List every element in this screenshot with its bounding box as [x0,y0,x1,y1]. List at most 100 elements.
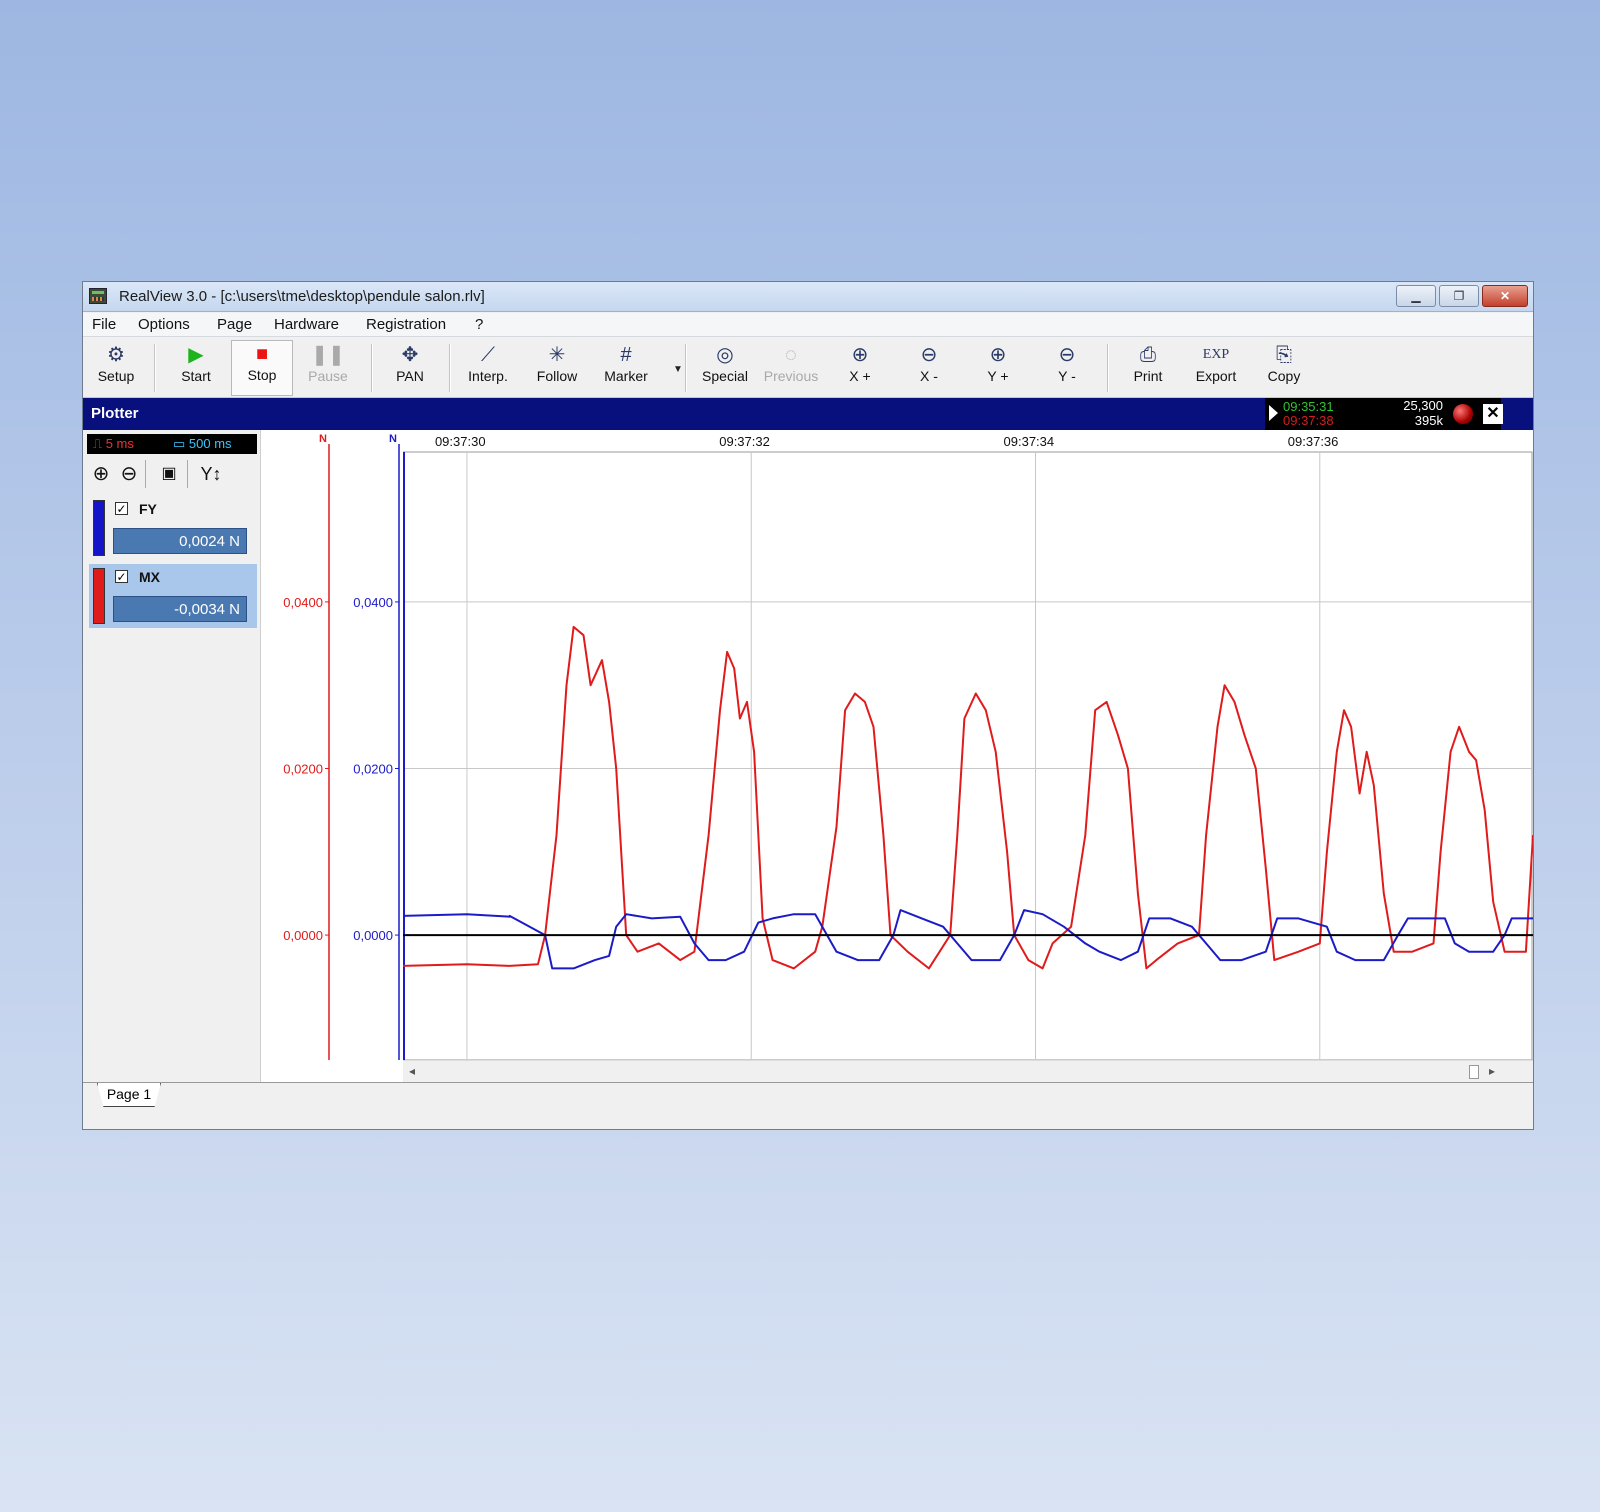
stop-icon: ■ [255,343,269,365]
channel-color-swatch [93,500,105,556]
marker-dropdown-icon[interactable]: ▼ [673,364,683,375]
control-separator [145,460,146,488]
zoom-y-plus-button[interactable]: ⊕ Y + [967,342,1029,394]
pan-icon: ✥ [401,344,419,366]
channel-mx-checkbox[interactable]: ✓ [115,570,128,584]
pulse-icon: ⎍ [93,436,106,451]
memory-size: 395k [1414,413,1443,428]
plotter-header: Plotter 09:35:31 09:37:38 25,300 395k ✕ [83,398,1533,430]
pause-button[interactable]: ❚❚ Pause [297,342,359,394]
y-axis-icon[interactable]: Y↕ [199,462,223,486]
channel-fy[interactable]: ✓ FY 0,0024 N [89,496,257,560]
record-icon[interactable] [1453,404,1473,424]
printer-icon: ⎙ [1140,344,1156,366]
export-button[interactable]: EXP Export [1185,342,1247,394]
plot-area[interactable]: 09:37:30 09:37:32 09:37:34 09:37:36 [402,430,1534,1082]
menu-bar: File Options Page Hardware Registration … [83,313,1533,337]
pan-button[interactable]: ✥ PAN [379,342,441,394]
zoom-y-out-icon: ⊖ [1058,344,1076,366]
export-icon: EXP [1202,347,1230,362]
special-button[interactable]: ◎ Special [694,342,756,394]
toolbar-separator [449,344,451,392]
y-unit-label-mx: N [319,433,327,445]
copy-icon: ⎘ [1276,344,1292,366]
plot-canvas[interactable]: 09:37:30 09:37:32 09:37:34 09:37:36 [402,430,1534,1061]
toolbar-separator [1107,344,1109,392]
play-small-icon[interactable] [1269,405,1278,421]
y-axes: N N 0,0400 0,0400 0,0200 0,0200 0,0000 0,0000 [283,433,400,1060]
zoom-y-minus-button[interactable]: ⊖ Y - [1036,342,1098,394]
tab-page-1[interactable]: Page 1 [97,1083,161,1107]
x-tick-label: 09:37:32 [719,434,770,449]
control-separator [187,460,188,488]
zoom-x-plus-button[interactable]: ⊕ X + [829,342,891,394]
display-period: 500 ms [188,436,232,451]
add-channel-icon[interactable]: ⊕ [89,462,113,486]
close-plotter-icon[interactable]: ✕ [1483,404,1503,424]
setup-button[interactable]: ⚙ Setup [85,342,147,394]
play-icon: ▶ [188,344,204,366]
copy-button[interactable]: ⎘ Copy [1253,342,1315,394]
channel-mx[interactable]: ✓ MX -0,0034 N [89,564,257,628]
toolbar-separator [371,344,373,392]
interpolate-icon: ⟋ [481,344,495,366]
time-end: 09:37:38 [1283,413,1334,428]
zoom-x-in-icon: ⊕ [851,344,869,366]
print-button[interactable]: ⎙ Print [1117,342,1179,394]
channel-panel: ⎍ 5 ms ▭ 500 ms ⊕ ⊖ ▣ Y↕ ✓ FY 0,0024 N ✓… [83,430,261,1082]
x-tick-label: 09:37:36 [1288,434,1339,449]
plotter-title: Plotter [91,405,139,422]
previous-zoom-icon: ◌ [785,344,797,366]
menu-help[interactable]: ? [475,316,483,333]
sample-period: 5 ms [105,436,134,451]
toolbar-separator [154,344,156,392]
y-tick-label-fy: 0,0200 [353,761,393,776]
marker-button[interactable]: # Marker [595,342,657,394]
scroll-thumb[interactable] [1469,1065,1479,1079]
interp-button[interactable]: ⟋ Interp. [457,342,519,394]
remove-channel-icon[interactable]: ⊖ [117,462,141,486]
scroll-right-icon[interactable]: ▸ [1489,1064,1495,1078]
app-icon[interactable] [89,288,107,304]
display-icon: ▭ [173,436,189,451]
page-tab-bar: Page 1 [83,1082,1533,1129]
follow-icon: ✳ [548,344,566,366]
channel-fy-checkbox[interactable]: ✓ [115,502,128,516]
y-tick-label-mx: 0,0400 [283,595,323,610]
counter-icon[interactable]: ▣ [157,462,181,486]
marker-icon: # [620,344,632,366]
follow-button[interactable]: ✳ Follow [526,342,588,394]
special-icon: ◎ [716,344,734,366]
start-button[interactable]: ▶ Start [165,342,227,394]
minimize-button[interactable]: ▁ [1396,285,1436,307]
channel-value: 0,0024 N [113,528,247,554]
toolbar: ⚙ Setup ▶ Start ■ Stop ❚❚ Pause ✥ PAN ⟋ … [83,338,1533,398]
zoom-x-minus-button[interactable]: ⊖ X - [898,342,960,394]
sample-count: 25,300 [1403,398,1443,413]
channel-value: -0,0034 N [113,596,247,622]
channel-name: FY [139,501,157,517]
app-window: RealView 3.0 - [c:\users\tme\desktop\pen… [82,281,1534,1130]
y-unit-label-fy: N [389,433,397,445]
menu-file[interactable]: File [92,316,116,333]
menu-options[interactable]: Options [138,316,190,333]
y-tick-label-mx: 0,0200 [283,761,323,776]
menu-hardware[interactable]: Hardware [274,316,339,333]
stop-button[interactable]: ■ Stop [231,340,293,396]
menu-page[interactable]: Page [217,316,252,333]
y-tick-label-fy: 0,0400 [353,595,393,610]
window-title: RealView 3.0 - [c:\users\tme\desktop\pen… [119,288,485,305]
y-tick-label-mx: 0,0000 [283,928,323,943]
scroll-left-icon[interactable]: ◂ [409,1064,415,1078]
sampling-bar: ⎍ 5 ms ▭ 500 ms [87,434,257,454]
setup-icon: ⚙ [107,344,125,366]
restore-button[interactable]: ❐ [1439,285,1479,307]
x-tick-label: 09:37:34 [1004,434,1055,449]
horizontal-scrollbar[interactable]: ◂ ▸ [403,1060,1533,1083]
time-start: 09:35:31 [1283,399,1334,414]
menu-registration[interactable]: Registration [366,316,446,333]
previous-button[interactable]: ◌ Previous [760,342,822,394]
y-axes-area: N N 0,0400 0,0400 0,0200 0,0200 0,0000 0,0000 [261,430,403,1082]
close-button[interactable]: ✕ [1482,285,1528,307]
zoom-x-out-icon: ⊖ [920,344,938,366]
